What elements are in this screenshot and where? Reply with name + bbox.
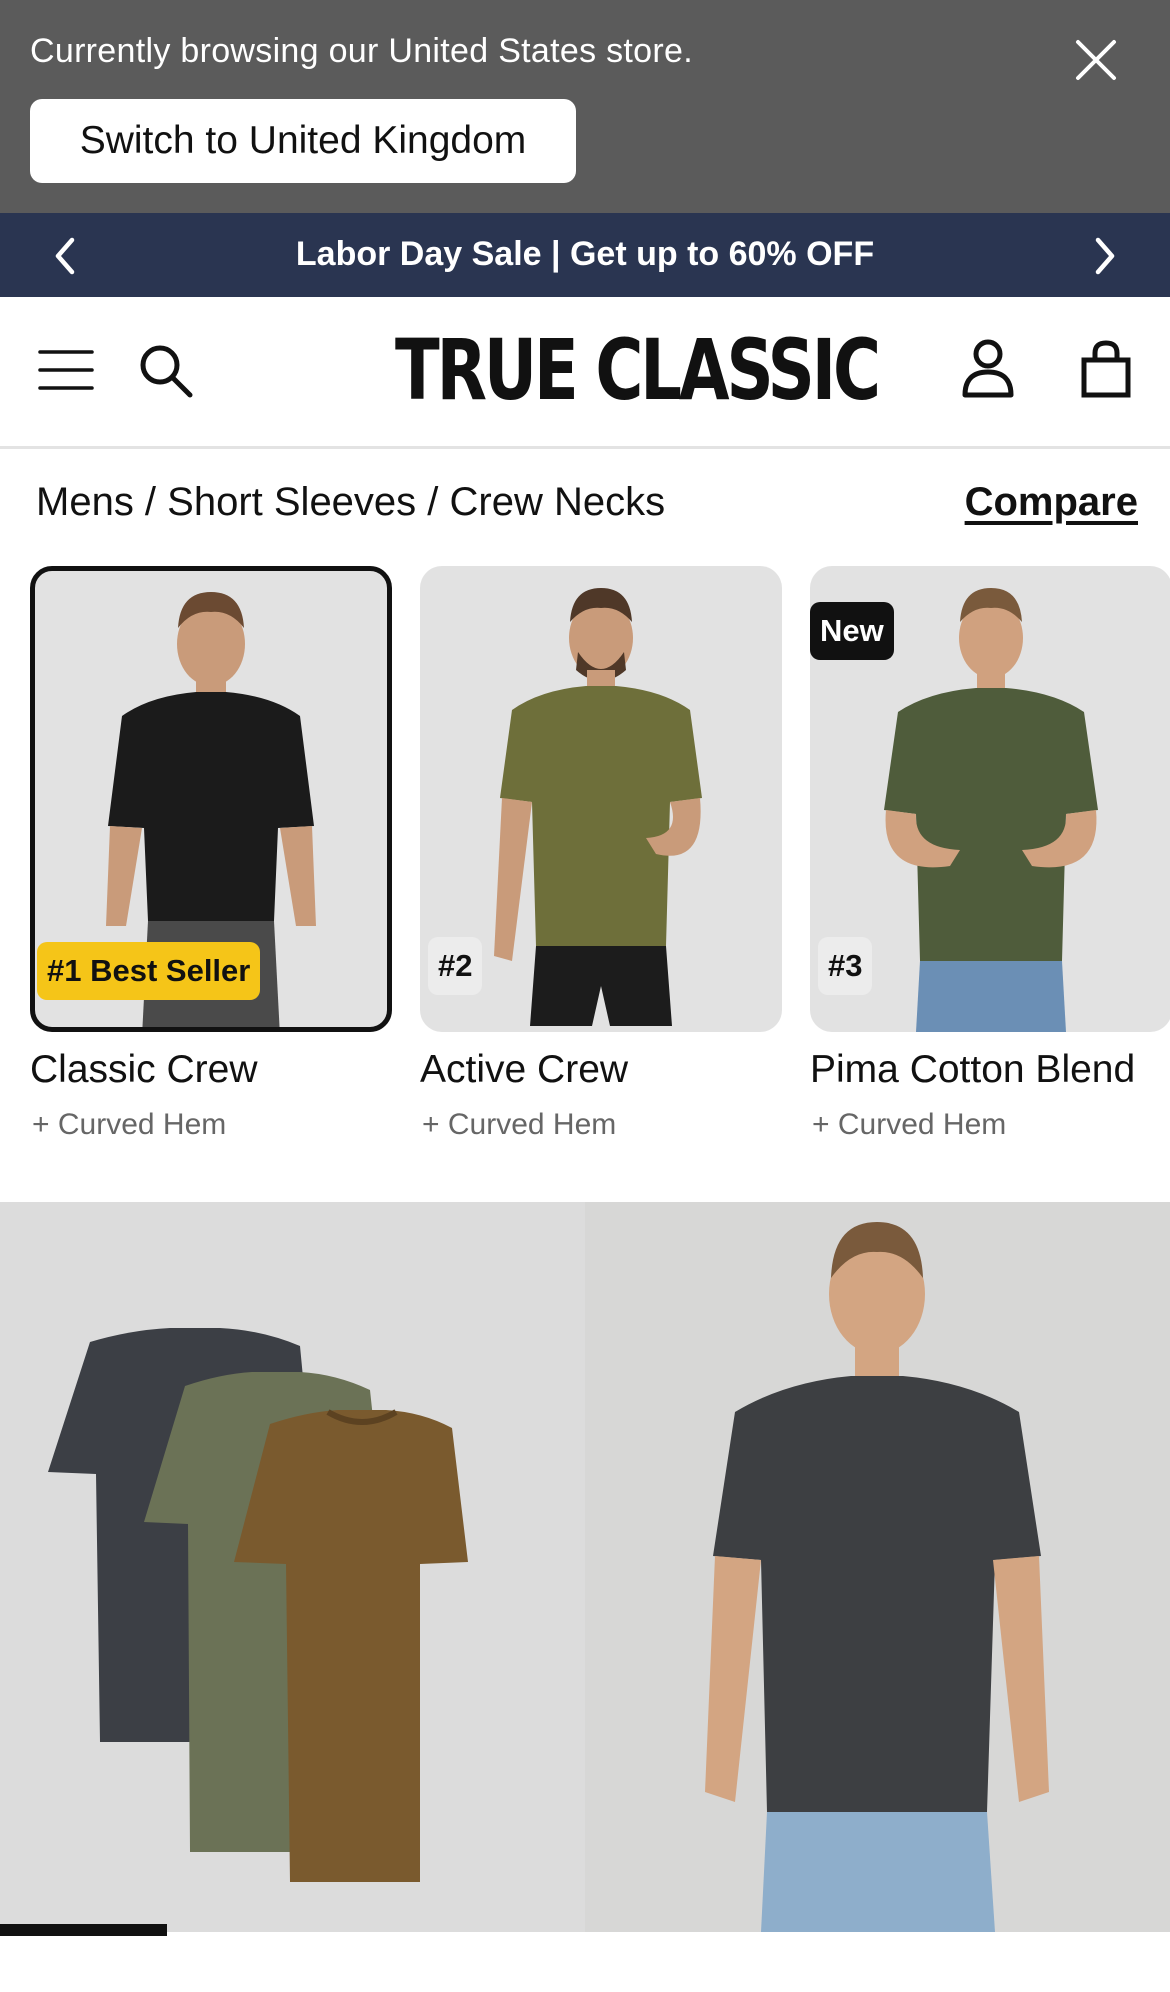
product-subtitle: + Curved Hem: [32, 1108, 227, 1141]
promo-text[interactable]: Labor Day Sale | Get up to 60% OFF: [0, 235, 1170, 274]
close-icon[interactable]: [1066, 34, 1126, 86]
slider-progress-bar: [0, 1924, 167, 1936]
product-name[interactable]: Pima Cotton Blend: [810, 1048, 1135, 1092]
account-icon[interactable]: [958, 337, 1018, 401]
compare-link[interactable]: Compare: [965, 480, 1138, 525]
rank-badge: #2: [428, 937, 483, 995]
product-card-active-crew[interactable]: #2: [420, 566, 782, 1032]
switch-store-button[interactable]: Switch to United Kingdom: [30, 99, 576, 183]
best-seller-badge: #1 Best Seller: [37, 942, 261, 1000]
model-shirt-image: [705, 1222, 1049, 1932]
promo-bar: Labor Day Sale | Get up to 60% OFF: [0, 213, 1170, 297]
new-badge: New: [810, 602, 894, 660]
product-card-classic-crew[interactable]: #1 Best Seller: [30, 566, 392, 1032]
product-subtitle: + Curved Hem: [812, 1108, 1007, 1141]
product-card-pima-cotton-blend[interactable]: New #3: [810, 566, 1170, 1032]
search-icon[interactable]: [136, 341, 196, 401]
product-name[interactable]: Active Crew: [420, 1048, 628, 1092]
breadcrumb[interactable]: Mens / Short Sleeves / Crew Necks: [36, 480, 665, 525]
three-pack-shirts-image: [48, 1328, 468, 1882]
store-banner: Currently browsing our United States sto…: [0, 0, 1170, 213]
product-name[interactable]: Classic Crew: [30, 1048, 258, 1092]
store-message: Currently browsing our United States sto…: [30, 32, 693, 70]
cart-icon[interactable]: [1076, 337, 1136, 401]
menu-icon[interactable]: [36, 347, 96, 393]
product-subtitle: + Curved Hem: [422, 1108, 617, 1141]
site-header: TRUE CLASSIC: [0, 297, 1170, 449]
model-image-tile[interactable]: [585, 1202, 1170, 1932]
rank-badge: #3: [818, 937, 873, 995]
chevron-right-icon[interactable]: [1080, 231, 1130, 281]
brand-logo[interactable]: TRUE CLASSIC: [395, 325, 881, 415]
pack-image-tile[interactable]: [0, 1202, 585, 1932]
